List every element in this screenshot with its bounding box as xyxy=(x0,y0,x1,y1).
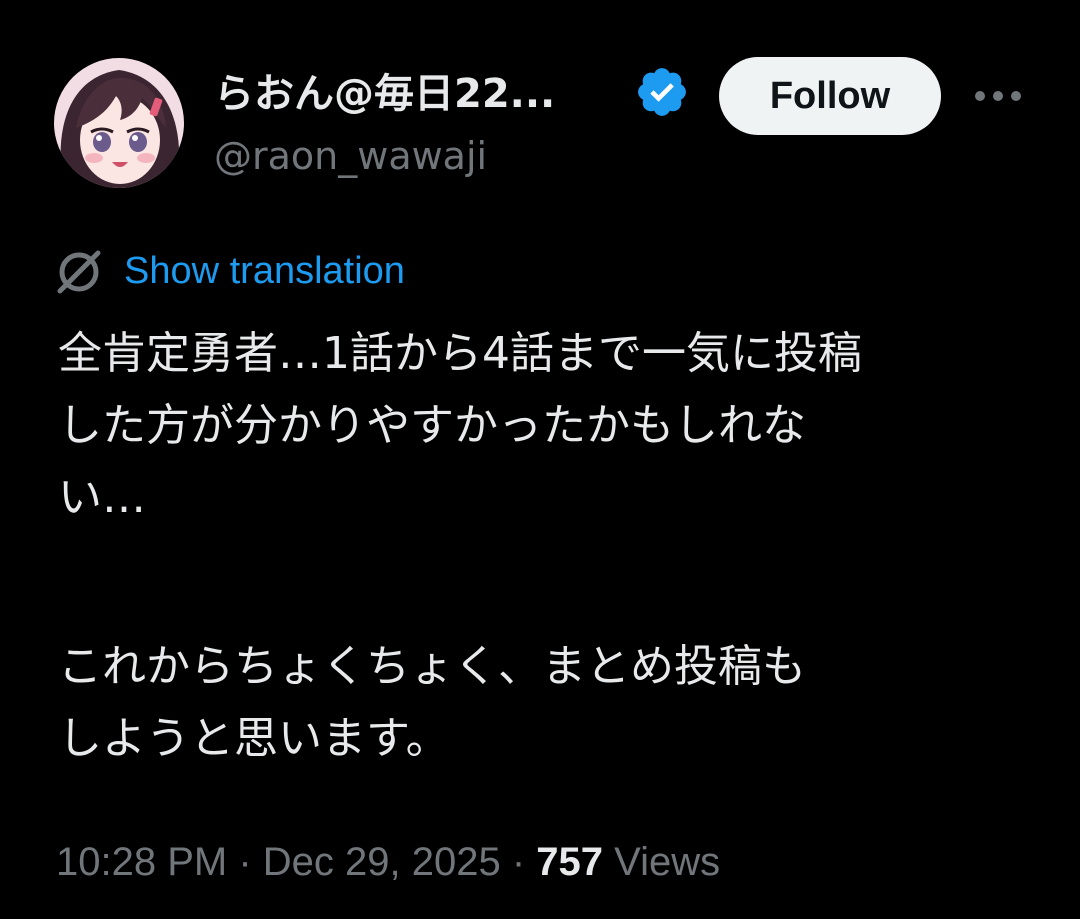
tweet-date[interactable]: Dec 29, 2025 xyxy=(263,840,501,884)
author-display-name[interactable]: らおん@毎日22... xyxy=(214,66,555,122)
follow-button[interactable]: Follow xyxy=(719,57,941,135)
translate-icon xyxy=(54,247,104,297)
meta-separator: · xyxy=(500,840,537,884)
author-handle[interactable]: @raon_wawaji xyxy=(214,130,487,182)
tweet-time[interactable]: 10:28 PM xyxy=(56,840,227,884)
views-label: Views xyxy=(614,840,721,884)
ellipsis-icon xyxy=(975,91,1021,101)
more-options-button[interactable] xyxy=(968,72,1028,120)
show-translation-link[interactable]: Show translation xyxy=(124,246,405,296)
avatar-illustration xyxy=(54,58,184,188)
tweet-meta: 10:28 PM · Dec 29, 2025 · 757 Views xyxy=(56,834,720,890)
tweet-card: らおん@毎日22... @raon_wawaji Follow Show tra… xyxy=(0,0,1080,919)
views-count[interactable]: 757 xyxy=(536,840,603,884)
verified-badge-icon xyxy=(634,64,690,120)
meta-separator: · xyxy=(227,840,263,884)
avatar[interactable] xyxy=(54,58,184,188)
tweet-paragraph: 全肯定勇者…1話から4話まで一気に投稿 した方が分かりやすかったかもしれな い… xyxy=(58,328,862,523)
tweet-paragraph: これからちょくちょく、まとめ投稿も しようと思います。 xyxy=(58,641,806,764)
tweet-text: 全肯定勇者…1話から4話まで一気に投稿 した方が分かりやすかったかもしれな い…… xyxy=(58,318,1038,775)
